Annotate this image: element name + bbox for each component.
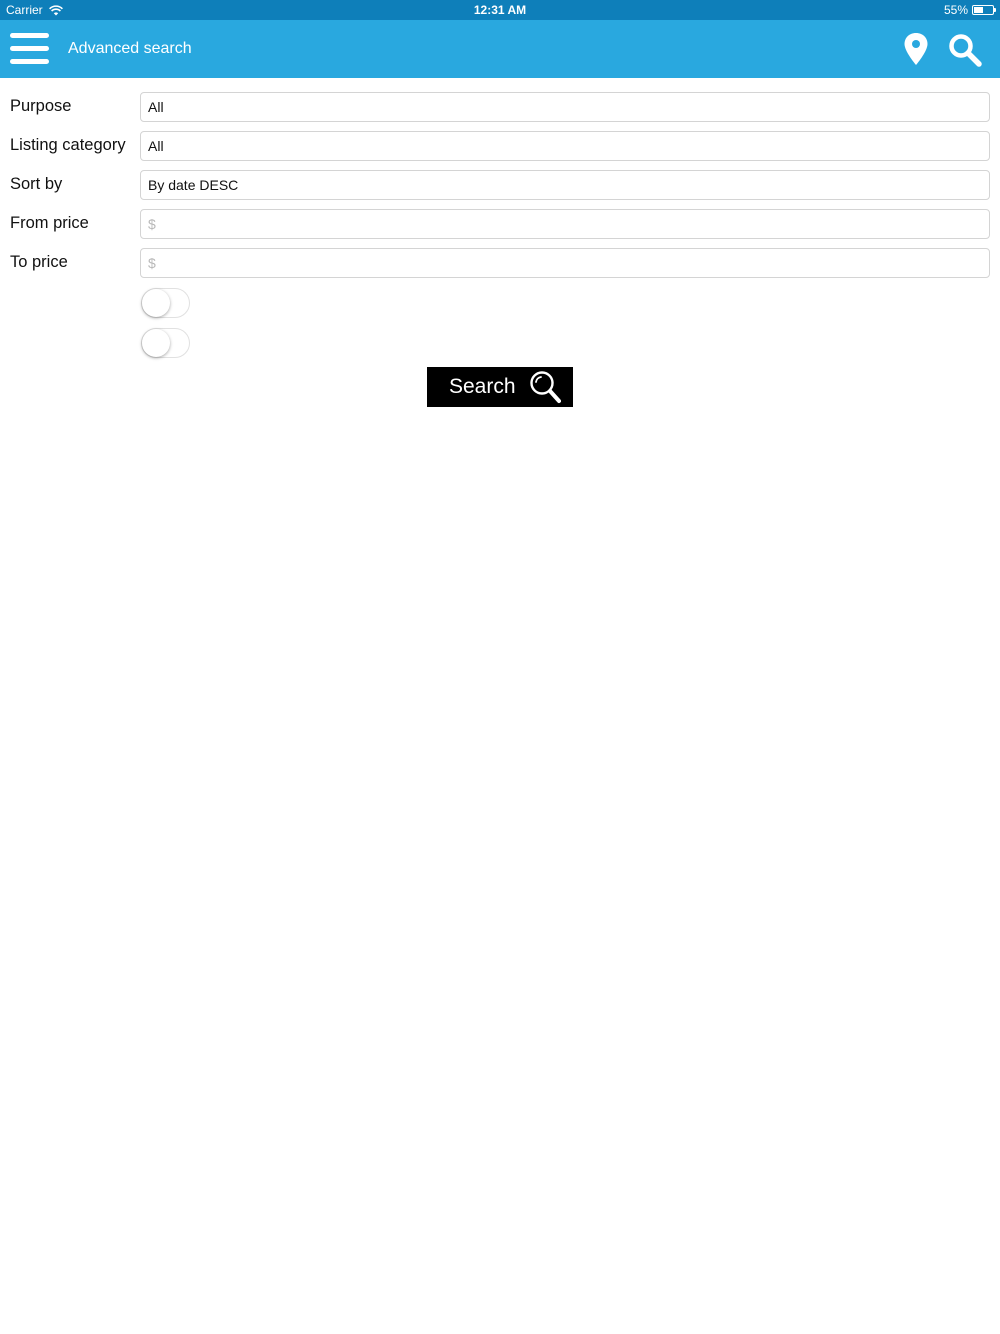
sort-by-select[interactable]: By date DESC: [140, 170, 990, 200]
from-price-row: From price: [0, 209, 1000, 239]
map-pin-icon[interactable]: [902, 32, 930, 66]
battery-icon: [972, 5, 996, 15]
battery-fill: [974, 7, 983, 13]
status-time: 12:31 AM: [473, 3, 527, 17]
toggle-knob: [142, 289, 170, 317]
nav-bar: Advanced search: [0, 20, 1000, 78]
sort-by-label: Sort by: [10, 175, 63, 193]
search-button-label: Search: [449, 375, 516, 398]
from-price-label: From price: [10, 214, 89, 232]
listing-category-select[interactable]: All: [140, 131, 990, 161]
toggle-switch-2[interactable]: [141, 328, 190, 358]
purpose-row: Purpose All: [0, 92, 1000, 122]
listing-category-row: Listing category All: [0, 131, 1000, 161]
search-button[interactable]: Search: [427, 367, 573, 407]
magnifier-icon: [529, 371, 561, 403]
to-price-input[interactable]: [140, 248, 990, 278]
purpose-label: Purpose: [10, 97, 72, 115]
toggle-knob: [142, 329, 170, 357]
toggle-switch-1[interactable]: [141, 288, 190, 318]
status-right: 55%: [943, 3, 996, 17]
sort-by-row: Sort by By date DESC: [0, 170, 1000, 200]
purpose-select[interactable]: All: [140, 92, 990, 122]
menu-icon[interactable]: [10, 33, 49, 65]
to-price-row: To price: [0, 248, 1000, 278]
search-icon[interactable]: [948, 33, 982, 67]
from-price-input[interactable]: [140, 209, 990, 239]
page-title: Advanced search: [68, 40, 192, 57]
listing-category-label: Listing category: [10, 136, 126, 154]
battery-percent: 55%: [943, 3, 968, 17]
status-bar: Carrier 12:31 AM 55%: [0, 0, 1000, 20]
to-price-label: To price: [10, 253, 68, 271]
